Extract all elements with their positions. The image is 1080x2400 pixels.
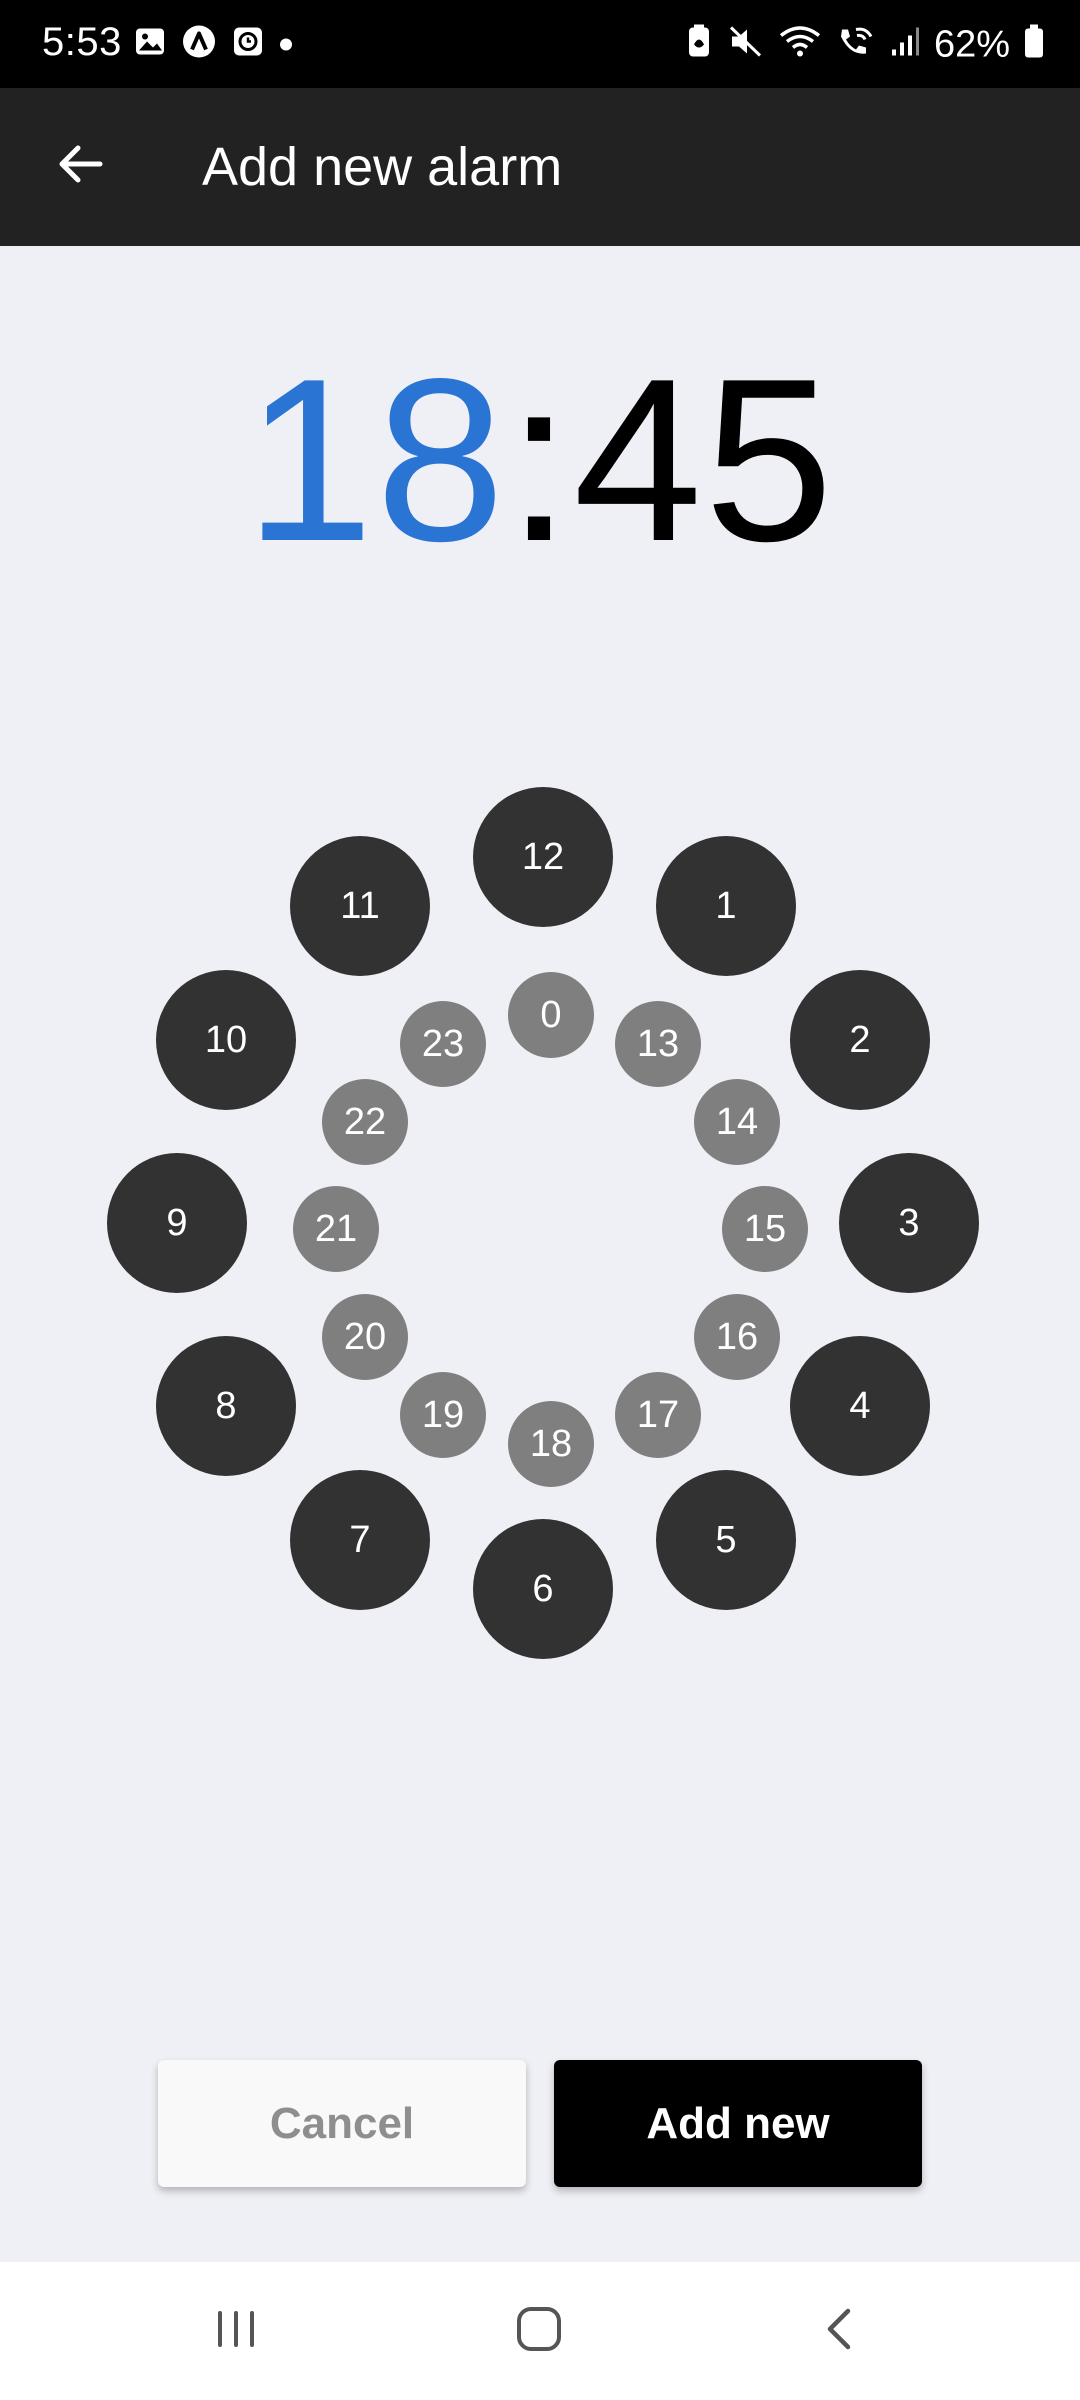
- hour-option-13[interactable]: 13: [615, 1001, 701, 1087]
- hour-display[interactable]: 18: [245, 331, 507, 590]
- hour-option-3[interactable]: 3: [839, 1153, 979, 1293]
- hour-option-4[interactable]: 4: [790, 1336, 930, 1476]
- status-icons-right: 62%: [684, 23, 1044, 65]
- system-nav-bar: [0, 2262, 1080, 2400]
- nav-home-button[interactable]: [484, 2286, 594, 2376]
- hour-option-6[interactable]: 6: [473, 1519, 613, 1659]
- hour-option-7[interactable]: 7: [290, 1470, 430, 1610]
- battery-icon: [1024, 24, 1044, 64]
- hour-option-8[interactable]: 8: [156, 1336, 296, 1476]
- status-bar: 5:53 62%: [0, 0, 1080, 88]
- hour-option-17[interactable]: 17: [615, 1372, 701, 1458]
- hour-option-12[interactable]: 12: [473, 787, 613, 927]
- notification-dot-icon: [280, 38, 292, 50]
- signal-icon: [890, 26, 920, 63]
- hour-option-21[interactable]: 21: [293, 1186, 379, 1272]
- hour-option-16[interactable]: 16: [694, 1294, 780, 1380]
- status-icons-left: [134, 25, 292, 64]
- time-display: 18:45: [0, 345, 1080, 577]
- hour-option-20[interactable]: 20: [322, 1294, 408, 1380]
- cancel-button[interactable]: Cancel: [158, 2060, 526, 2187]
- battery-percentage: 62%: [933, 23, 1010, 65]
- recents-icon: [213, 2306, 259, 2357]
- app-a-icon: [182, 25, 216, 64]
- wifi-calling-icon: [836, 25, 876, 64]
- home-icon: [515, 2305, 563, 2358]
- nav-recents-button[interactable]: [181, 2286, 291, 2376]
- back-button[interactable]: [38, 124, 122, 208]
- hour-option-0[interactable]: 0: [508, 972, 594, 1058]
- hour-option-15[interactable]: 15: [722, 1186, 808, 1272]
- alarm-clock-icon: [232, 26, 264, 63]
- hour-option-19[interactable]: 19: [400, 1372, 486, 1458]
- hour-option-9[interactable]: 9: [107, 1153, 247, 1293]
- app-bar: Add new alarm: [0, 88, 1080, 246]
- battery-saver-icon: [684, 24, 714, 64]
- gallery-icon: [134, 26, 166, 63]
- add-new-button[interactable]: Add new: [554, 2060, 922, 2187]
- hour-option-22[interactable]: 22: [322, 1079, 408, 1165]
- hour-option-14[interactable]: 14: [694, 1079, 780, 1165]
- mute-icon: [728, 25, 764, 64]
- hour-option-5[interactable]: 5: [656, 1470, 796, 1610]
- minute-display[interactable]: 45: [573, 331, 835, 590]
- page-title: Add new alarm: [202, 137, 563, 197]
- hour-option-11[interactable]: 11: [290, 836, 430, 976]
- hour-option-23[interactable]: 23: [400, 1001, 486, 1087]
- hour-option-1[interactable]: 1: [656, 836, 796, 976]
- back-chevron-icon: [820, 2305, 860, 2358]
- hour-option-2[interactable]: 2: [790, 970, 930, 1110]
- arrow-back-icon: [54, 138, 106, 195]
- hour-option-18[interactable]: 18: [508, 1401, 594, 1487]
- nav-back-button[interactable]: [785, 2286, 895, 2376]
- time-separator: :: [506, 331, 574, 590]
- wifi-icon: [778, 25, 822, 64]
- hour-option-10[interactable]: 10: [156, 970, 296, 1110]
- status-time: 5:53: [42, 20, 122, 64]
